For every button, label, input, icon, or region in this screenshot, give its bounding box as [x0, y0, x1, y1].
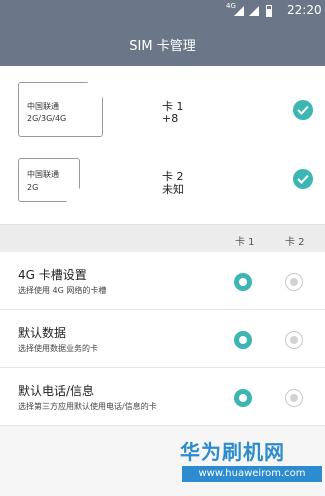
check-icon [297, 105, 309, 115]
watermark-logo: 华为刷机网 www.huaweirom.com [180, 436, 325, 488]
4g-slot-card-2-radio[interactable] [285, 273, 303, 291]
setting-row-4g-slot[interactable]: 4G 卡槽设置 选择使用 4G 网络的卡槽 [0, 252, 325, 310]
redaction-mark [178, 114, 276, 126]
watermark-brand: 华为刷机网 [180, 440, 285, 464]
default-call-card-2-radio[interactable] [285, 389, 303, 407]
setting-label: 4G 卡槽设置 [18, 268, 87, 282]
sim-1-carrier: 中国联通 [27, 102, 59, 111]
sim-card-2-icon: 中国联通 2G [18, 158, 80, 202]
sim-2-enabled-toggle[interactable] [293, 169, 313, 189]
setting-row-default-data[interactable]: 默认数据 选择使用数据业务的卡 [0, 310, 325, 368]
sim-card-1-icon: 中国联通 2G/3G/4G [18, 82, 103, 137]
status-bar: 4G 22:20 [0, 0, 325, 22]
sim-1-type: 2G/3G/4G [27, 114, 67, 123]
sim-card-list: 中国联通 2G/3G/4G 卡 1 +86 中国联通 2G 卡 2 未知 [0, 66, 325, 224]
page-title: SIM 卡管理 [129, 39, 196, 54]
sim-2-type: 2G [27, 183, 39, 192]
setting-label: 默认数据 [18, 326, 67, 340]
watermark-url: www.huaweirom.com [182, 466, 322, 482]
card-column-header: 卡 1 卡 2 [0, 224, 325, 252]
setting-description: 选择使用数据业务的卡 [18, 344, 98, 353]
title-bar: SIM 卡管理 [0, 22, 325, 66]
signal-1-icon [234, 6, 244, 16]
setting-row-default-call[interactable]: 默认电话/信息 选择第三方应用默认使用电话/信息的卡 [0, 368, 325, 426]
setting-description: 选择第三方应用默认使用电话/信息的卡 [18, 402, 157, 411]
default-data-card-1-radio[interactable] [234, 331, 252, 349]
column-card-1: 卡 1 [235, 237, 255, 248]
default-call-card-1-radio[interactable] [234, 389, 252, 407]
4g-slot-card-1-radio[interactable] [234, 273, 252, 291]
sim-1-enabled-toggle[interactable] [293, 100, 313, 120]
signal-2-icon [249, 6, 259, 16]
clock: 22:20 [287, 3, 322, 17]
setting-description: 选择使用 4G 网络的卡槽 [18, 286, 107, 295]
default-data-card-2-radio[interactable] [285, 331, 303, 349]
sim-2-carrier: 中国联通 [27, 170, 59, 179]
setting-label: 默认电话/信息 [18, 384, 95, 398]
sim-2-status: 未知 [162, 183, 184, 196]
column-card-2: 卡 2 [285, 237, 305, 248]
check-icon [297, 174, 309, 184]
battery-icon [266, 5, 272, 17]
